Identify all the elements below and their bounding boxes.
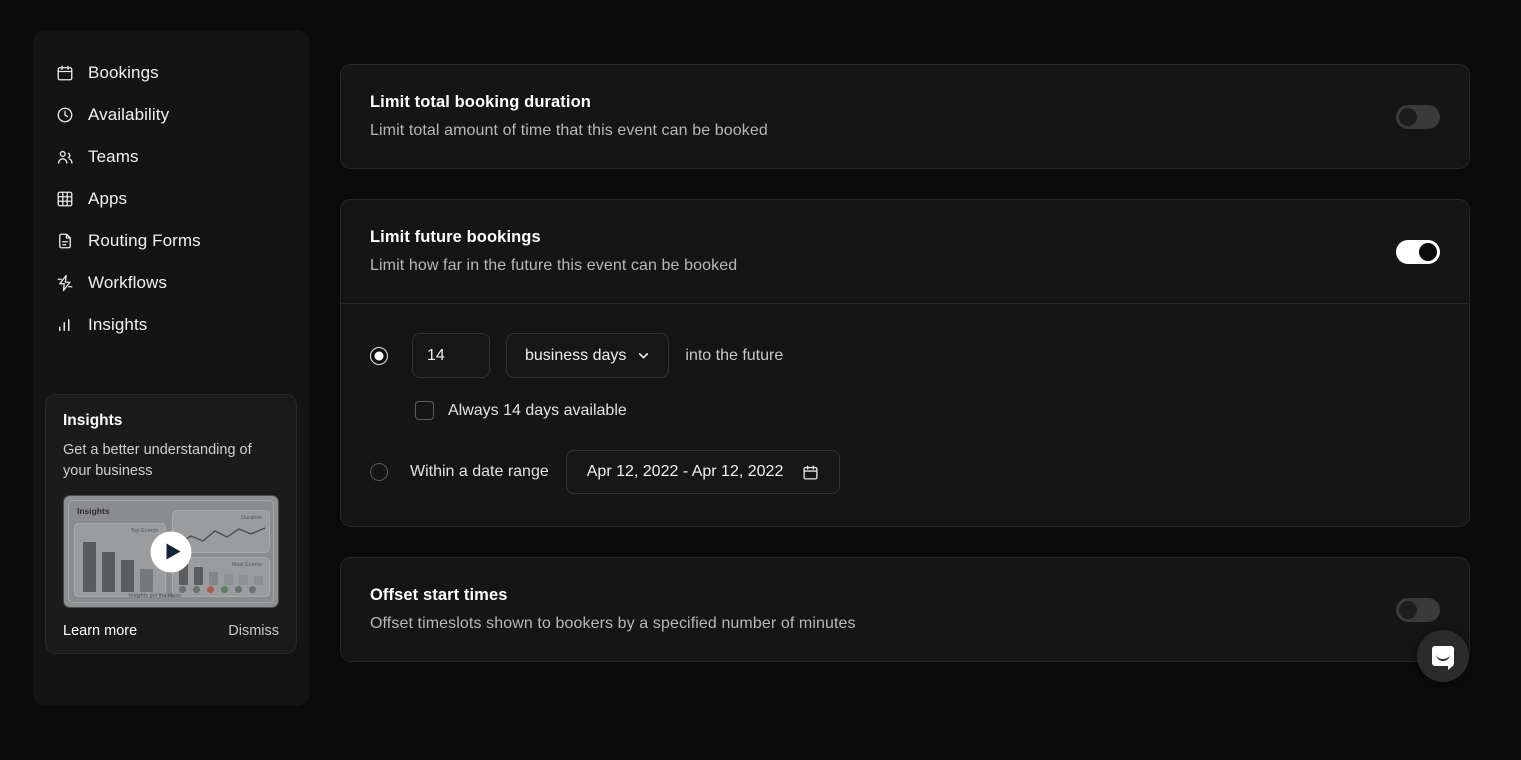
sidebar: Bookings Availability Teams Apps Routing… — [33, 30, 309, 706]
date-range-picker[interactable]: Apr 12, 2022 - Apr 12, 2022 — [565, 450, 841, 494]
limit-future-bookings-card: Limit future bookings Limit how far in t… — [340, 199, 1470, 527]
promo-description: Get a better understanding of your busin… — [63, 442, 252, 479]
learn-more-link[interactable]: Learn more — [63, 623, 137, 639]
toggle-knob — [1399, 107, 1417, 126]
sidebar-item-label: Workflows — [88, 273, 167, 292]
main-content: Limit total booking duration Limit total… — [340, 64, 1470, 692]
rolling-days-input[interactable] — [412, 333, 490, 378]
sidebar-item-label: Bookings — [88, 63, 159, 82]
card-title: Offset start times — [370, 586, 508, 604]
grid-icon — [55, 190, 74, 209]
rolling-unit-select[interactable]: business days — [506, 333, 670, 378]
card-subtitle: Offset timeslots shown to bookers by a s… — [370, 615, 856, 632]
sidebar-item-label: Teams — [88, 147, 139, 166]
thumbnail-footer: Insights got the ideas — [129, 593, 181, 600]
date-range-label: Within a date range — [410, 463, 549, 480]
date-range-value: Apr 12, 2022 - Apr 12, 2022 — [586, 463, 784, 480]
thumbnail-caption-duration: Duration — [241, 515, 262, 522]
sidebar-item-bookings[interactable]: Bookings — [33, 52, 309, 94]
toggle-knob — [1419, 242, 1437, 261]
sidebar-item-routing-forms[interactable]: Routing Forms — [33, 220, 309, 262]
card-title: Limit total booking duration — [370, 93, 591, 111]
card-header: Offset start times Offset timeslots show… — [341, 558, 1469, 661]
card-subtitle: Limit total amount of time that this eve… — [370, 122, 768, 139]
calendar-icon — [802, 464, 819, 481]
sidebar-nav: Bookings Availability Teams Apps Routing… — [33, 30, 309, 346]
thumbnail-dot-row — [179, 586, 256, 594]
play-icon[interactable] — [150, 531, 192, 573]
insights-promo-card: Insights Get a better understanding of y… — [45, 394, 297, 655]
dismiss-link[interactable]: Dismiss — [228, 623, 279, 639]
offset-start-times-toggle[interactable] — [1396, 597, 1440, 622]
always-available-row: Always 14 days available — [415, 401, 1440, 420]
limit-total-booking-duration-toggle[interactable] — [1396, 104, 1440, 129]
thumbnail-caption-most-events: Most Events — [231, 562, 262, 569]
chat-bubble-icon — [1432, 646, 1454, 670]
sidebar-item-apps[interactable]: Apps — [33, 178, 309, 220]
always-available-label: Always 14 days available — [448, 401, 627, 419]
toggle-knob — [1399, 600, 1417, 619]
thumbnail-label: Insights — [77, 506, 110, 517]
bolt-icon — [55, 274, 74, 293]
promo-title: Insights — [63, 412, 123, 429]
rolling-radio[interactable] — [370, 346, 388, 365]
date-range-option-row: Within a date range Apr 12, 2022 - Apr 1… — [370, 450, 1440, 494]
sidebar-item-availability[interactable]: Availability — [33, 94, 309, 136]
users-icon — [55, 148, 74, 167]
card-text: Offset start times Offset timeslots show… — [370, 586, 856, 633]
date-range-radio[interactable] — [370, 463, 388, 481]
offset-start-times-card: Offset start times Offset timeslots show… — [340, 557, 1470, 662]
clock-icon — [55, 106, 74, 125]
rolling-suffix-label: into the future — [685, 346, 784, 364]
card-header: Limit future bookings Limit how far in t… — [341, 200, 1469, 303]
sidebar-item-label: Availability — [88, 105, 170, 124]
bar-chart-icon — [55, 316, 74, 335]
card-text: Limit future bookings Limit how far in t… — [370, 228, 737, 275]
sidebar-item-label: Apps — [88, 189, 128, 208]
limit-total-booking-duration-card: Limit total booking duration Limit total… — [340, 64, 1470, 169]
always-available-checkbox[interactable] — [415, 401, 434, 420]
calendar-icon — [55, 64, 74, 83]
card-subtitle: Limit how far in the future this event c… — [370, 257, 738, 274]
intercom-launcher-button[interactable] — [1417, 630, 1469, 682]
sidebar-item-insights[interactable]: Insights — [33, 304, 309, 346]
future-bookings-options: business days into the future Always 14 … — [341, 304, 1469, 526]
thumbnail-caption-top-events: Top Events — [130, 528, 158, 535]
document-icon — [55, 232, 74, 251]
chevron-down-icon — [637, 349, 650, 362]
promo-video-thumbnail[interactable]: Insights Top Events Duration Most Events… — [63, 495, 279, 609]
card-text: Limit total booking duration Limit total… — [370, 93, 768, 140]
sidebar-item-workflows[interactable]: Workflows — [33, 262, 309, 304]
card-header: Limit total booking duration Limit total… — [341, 65, 1469, 168]
limit-future-bookings-toggle[interactable] — [1396, 239, 1440, 264]
sidebar-item-teams[interactable]: Teams — [33, 136, 309, 178]
rolling-unit-label: business days — [525, 346, 627, 364]
sidebar-item-label: Insights — [88, 315, 148, 334]
app-root: Bookings Availability Teams Apps Routing… — [0, 0, 1521, 760]
card-title: Limit future bookings — [370, 228, 541, 246]
promo-actions: Learn more Dismiss — [63, 623, 279, 639]
sidebar-item-label: Routing Forms — [88, 231, 201, 250]
rolling-option-row: business days into the future — [370, 333, 1440, 378]
